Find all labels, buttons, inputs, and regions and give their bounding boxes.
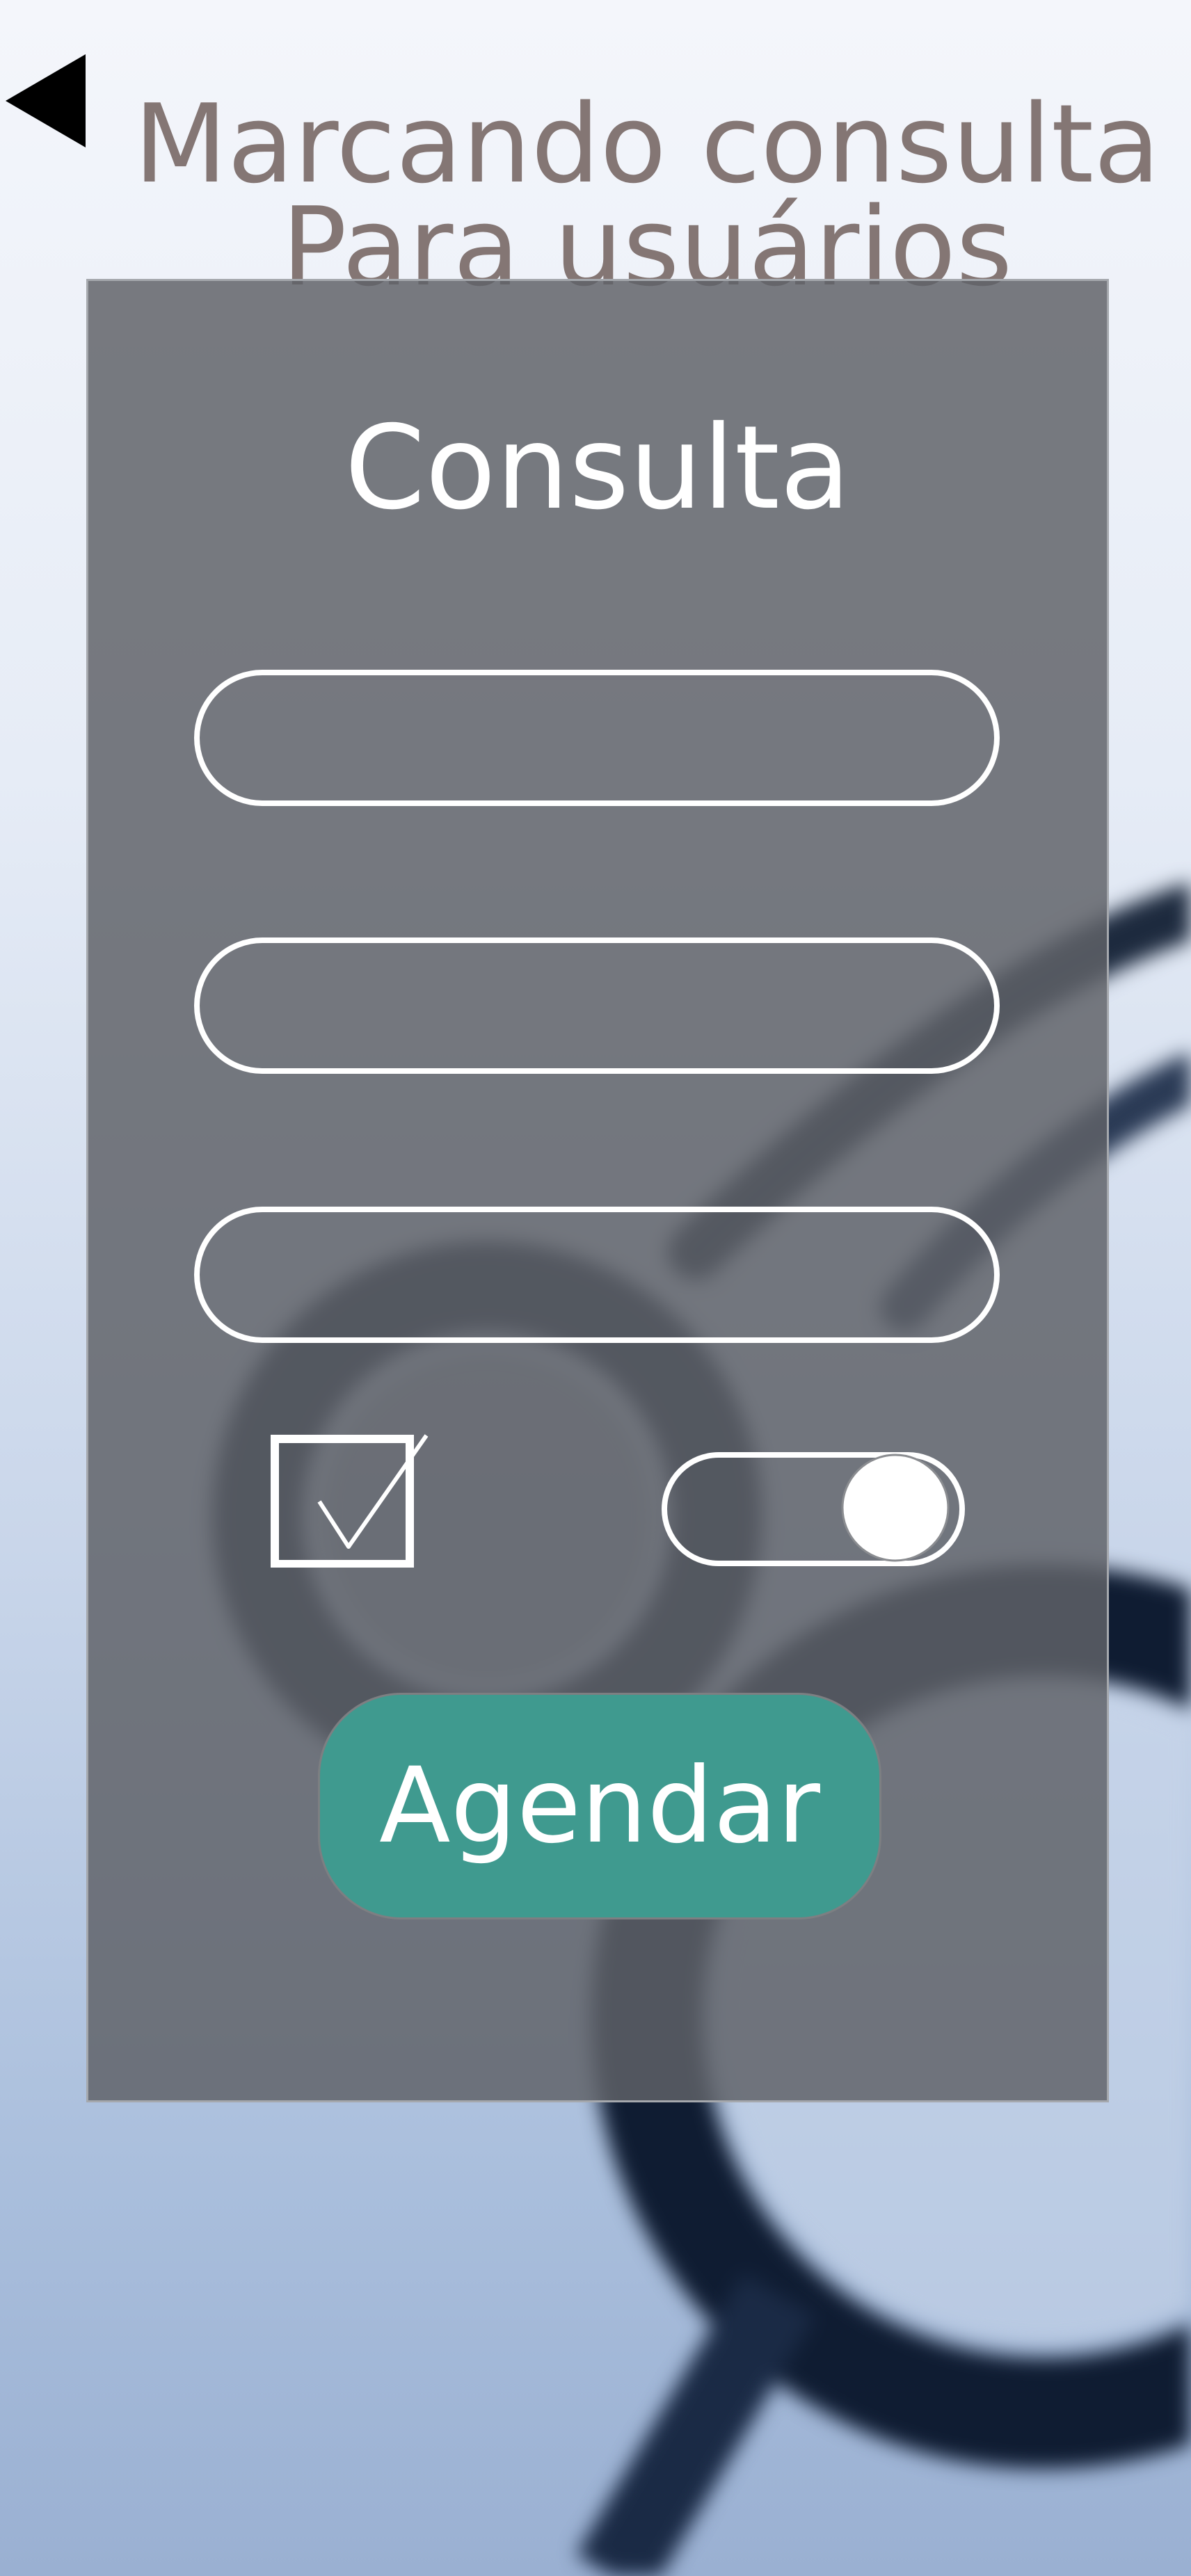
page-title: Marcando consulta Para usuários (132, 80, 1162, 301)
consent-checkbox[interactable] (271, 1425, 431, 1568)
schedule-button[interactable]: Agendar (318, 1693, 881, 1919)
form-title: Consulta (344, 401, 851, 536)
form-input-3[interactable] (194, 1207, 1000, 1343)
back-triangle-icon (6, 54, 86, 147)
toggle-switch[interactable] (662, 1452, 965, 1566)
toggle-knob (841, 1454, 950, 1562)
page-title-line-1: Marcando consulta (134, 80, 1160, 207)
back-button[interactable] (6, 54, 89, 147)
form-input-2[interactable] (194, 937, 1000, 1074)
checkbox-box (271, 1435, 414, 1568)
appointment-form-card: Consulta Agendar (86, 279, 1109, 2102)
form-input-1[interactable] (194, 670, 1000, 806)
